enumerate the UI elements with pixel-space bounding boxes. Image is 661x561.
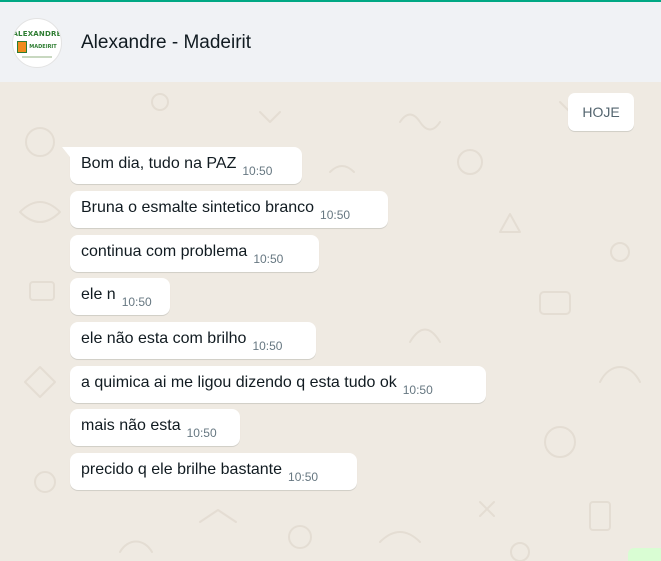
message-bubble[interactable]: precido q ele brilhe bastante 10:50 xyxy=(70,453,357,490)
message-bubble[interactable]: ele n 10:50 xyxy=(70,278,170,315)
chat-header[interactable]: ALEXANDRE MADEIRIT Alexandre - Madeirit xyxy=(0,2,661,82)
message-time: 10:50 xyxy=(186,426,217,440)
message-text: ele n xyxy=(81,286,116,303)
message-text: mais não esta xyxy=(81,417,181,434)
message-time: 10:50 xyxy=(253,252,284,266)
message-bubble[interactable]: mais não esta 10:50 xyxy=(70,409,240,446)
bubble-tail xyxy=(62,147,70,157)
message-time: 10:50 xyxy=(121,295,152,309)
message-time: 10:50 xyxy=(402,383,433,397)
message-text: Bruna o esmalte sintetico branco xyxy=(81,199,315,216)
message-list[interactable]: HOJE Bom dia, tudo na PAZ 10:50 Bruna o e… xyxy=(0,82,661,561)
madeirit-logo-icon xyxy=(17,40,28,53)
avatar-label-top: ALEXANDRE xyxy=(12,29,62,38)
contact-name[interactable]: Alexandre - Madeirit xyxy=(81,32,251,54)
message-text: ele não esta com brilho xyxy=(81,330,247,347)
avatar-subline xyxy=(22,55,52,58)
message-time: 10:50 xyxy=(242,164,273,178)
avatar-logo: MADEIRIT xyxy=(17,40,57,53)
message-bubble[interactable]: Bom dia, tudo na PAZ 10:50 xyxy=(62,147,302,184)
message-bubble[interactable]: Bruna o esmalte sintetico branco 10:50 xyxy=(70,191,388,228)
date-divider: HOJE xyxy=(568,93,634,131)
message-bubble[interactable]: continua com problema 10:50 xyxy=(70,235,319,272)
message-time: 10:50 xyxy=(288,470,319,484)
outgoing-bubble-edge xyxy=(628,548,661,561)
contact-avatar[interactable]: ALEXANDRE MADEIRIT xyxy=(12,18,62,68)
message-text: Bom dia, tudo na PAZ xyxy=(81,155,237,172)
message-time: 10:50 xyxy=(320,208,351,222)
message-text: a quimica ai me ligou dizendo q esta tud… xyxy=(81,374,397,391)
message-time: 10:50 xyxy=(252,339,283,353)
message-text: continua com problema xyxy=(81,243,248,260)
message-bubble[interactable]: a quimica ai me ligou dizendo q esta tud… xyxy=(70,366,486,403)
avatar-label-brand: MADEIRIT xyxy=(29,43,57,50)
message-text: precido q ele brilhe bastante xyxy=(81,461,283,478)
message-bubble[interactable]: ele não esta com brilho 10:50 xyxy=(70,322,316,359)
